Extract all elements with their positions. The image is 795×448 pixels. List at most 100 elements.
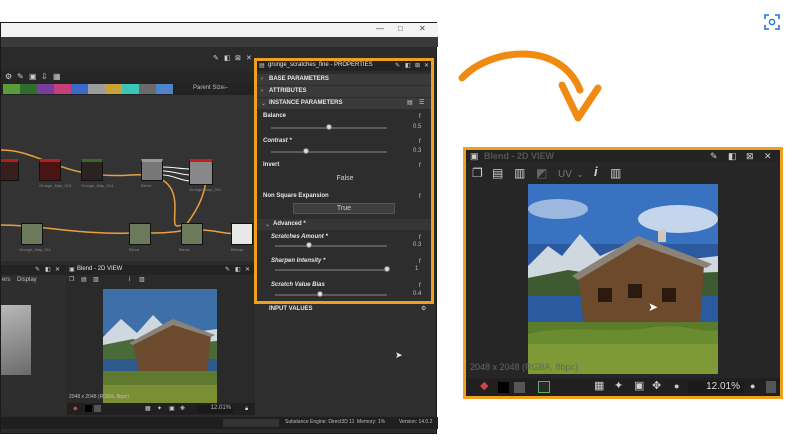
preset-icon[interactable]: ▤ bbox=[407, 98, 413, 108]
compare-icon[interactable]: ◩ bbox=[536, 167, 547, 179]
center-icon[interactable]: ✥ bbox=[652, 381, 661, 392]
zoom-in-icon[interactable]: ● bbox=[750, 381, 755, 391]
background-black-swatch[interactable] bbox=[498, 382, 509, 393]
light-icon[interactable]: ✦ bbox=[157, 404, 162, 414]
light-icon[interactable]: ✦ bbox=[614, 381, 623, 392]
sharpen-intensity-value[interactable]: 1 bbox=[415, 266, 418, 272]
float-icon[interactable]: ◧ bbox=[45, 265, 51, 275]
function-icon[interactable]: f bbox=[419, 281, 421, 291]
lock-icon[interactable]: 🔒︎ bbox=[245, 404, 248, 414]
balance-value[interactable]: 0.5 bbox=[413, 124, 421, 130]
gear-icon[interactable]: ⚙ bbox=[421, 304, 426, 314]
maximize-panel-icon[interactable]: ⊠ bbox=[415, 61, 420, 71]
fit-icon[interactable]: ▣ bbox=[169, 404, 175, 414]
close-panel-icon[interactable]: ✕ bbox=[246, 54, 252, 64]
fit-icon[interactable]: ▣ bbox=[634, 381, 644, 392]
settings-icon[interactable]: ⚙ bbox=[5, 72, 12, 82]
frame-icon[interactable]: ▣ bbox=[29, 72, 37, 82]
contrast-value[interactable]: 0.3 bbox=[413, 148, 421, 154]
alpha-checker-icon[interactable] bbox=[538, 381, 550, 393]
center-icon[interactable]: ✥ bbox=[180, 404, 185, 414]
copy-icon[interactable]: ❐ bbox=[472, 167, 483, 179]
zoom-out-icon[interactable]: ● bbox=[674, 381, 679, 391]
background-black-swatch[interactable] bbox=[85, 405, 92, 412]
scratch-value-bias-slider-knob[interactable] bbox=[316, 291, 323, 297]
close-panel-icon[interactable]: ✕ bbox=[55, 265, 60, 275]
maximize-button[interactable]: □ bbox=[398, 24, 403, 33]
close-panel-icon[interactable]: ✕ bbox=[764, 151, 772, 161]
duplicate-icon[interactable]: ▥ bbox=[514, 167, 525, 179]
duplicate-icon[interactable]: ▥ bbox=[93, 275, 99, 285]
channels-icon[interactable]: ◆ bbox=[73, 404, 78, 414]
channels-icon[interactable]: ◆ bbox=[480, 381, 488, 392]
graph-node[interactable] bbox=[81, 159, 103, 181]
pin-icon[interactable]: ✎ bbox=[225, 265, 230, 275]
grid-icon[interactable]: ▦ bbox=[594, 381, 604, 392]
float-icon[interactable]: ◧ bbox=[235, 265, 241, 275]
parent-size-value[interactable]: -- bbox=[224, 85, 228, 91]
info-icon[interactable]: i bbox=[594, 165, 598, 178]
pin-icon[interactable]: ✎ bbox=[710, 151, 718, 161]
save-icon[interactable]: ▤ bbox=[492, 167, 503, 179]
function-icon[interactable]: f bbox=[419, 257, 421, 267]
maximize-panel-icon[interactable]: ⊠ bbox=[746, 151, 754, 161]
maximize-panel-icon[interactable]: ⊠ bbox=[235, 54, 241, 64]
pin-icon[interactable]: ✎ bbox=[395, 61, 400, 71]
scratches-amount-slider-knob[interactable] bbox=[305, 242, 312, 248]
scratches-amount-slider-track[interactable] bbox=[275, 245, 387, 247]
node-shelf-swatches[interactable] bbox=[3, 84, 173, 94]
histogram-icon[interactable]: ▥ bbox=[610, 167, 621, 179]
section-instance-parameters[interactable]: ⌄ INSTANCE PARAMETERS ▤ ☰ bbox=[257, 98, 431, 109]
grid-icon[interactable]: ▦ bbox=[145, 404, 151, 414]
graph-node[interactable] bbox=[181, 223, 203, 245]
float-icon[interactable]: ◧ bbox=[728, 151, 737, 161]
close-panel-icon[interactable]: ✕ bbox=[245, 265, 250, 275]
uv-dropdown[interactable]: UV bbox=[558, 169, 572, 180]
sharpen-intensity-slider-track[interactable] bbox=[275, 269, 387, 271]
minimize-button[interactable]: — bbox=[376, 24, 384, 33]
3d-tab[interactable]: ers bbox=[2, 277, 10, 283]
graph-node-selected[interactable] bbox=[189, 159, 213, 185]
function-icon[interactable]: f bbox=[419, 112, 421, 122]
function-icon[interactable]: f bbox=[419, 137, 421, 147]
graph-node[interactable] bbox=[21, 223, 43, 245]
function-icon[interactable]: f bbox=[419, 192, 421, 202]
info-icon[interactable]: i bbox=[129, 275, 130, 285]
pin-icon[interactable]: ✎ bbox=[35, 265, 40, 275]
invert-toggle[interactable]: False bbox=[271, 174, 419, 185]
display-tab[interactable]: Display bbox=[17, 277, 37, 283]
graph-node[interactable] bbox=[1, 159, 19, 181]
contrast-slider-knob[interactable] bbox=[302, 148, 309, 154]
graph-node[interactable] bbox=[231, 223, 253, 245]
input-values-header[interactable]: INPUT VALUES bbox=[269, 306, 313, 312]
sharpen-intensity-slider-knob[interactable] bbox=[384, 266, 390, 272]
grid-icon[interactable]: ▦ bbox=[53, 72, 61, 82]
close-button[interactable]: ✕ bbox=[419, 24, 426, 33]
graph-node[interactable] bbox=[141, 159, 163, 181]
section-advanced[interactable]: ⌄ Advanced * bbox=[257, 219, 431, 230]
scratches-amount-value[interactable]: 0.3 bbox=[413, 242, 421, 248]
menu-icon[interactable]: ☰ bbox=[419, 98, 424, 108]
graph-node[interactable] bbox=[39, 159, 61, 181]
section-attributes[interactable]: › ATTRIBUTES bbox=[257, 86, 431, 97]
float-icon[interactable]: ◧ bbox=[224, 54, 231, 64]
histogram-icon[interactable]: ▥ bbox=[139, 275, 145, 285]
lock-icon[interactable] bbox=[766, 381, 776, 393]
zoom-field[interactable]: 12.01% bbox=[197, 405, 233, 413]
pin-icon[interactable]: ✎ bbox=[213, 54, 219, 64]
lens-search-icon[interactable] bbox=[762, 12, 782, 32]
scratch-value-bias-slider-track[interactable] bbox=[275, 294, 387, 296]
graph-node[interactable] bbox=[129, 223, 151, 245]
background-gray-swatch[interactable] bbox=[94, 405, 101, 412]
scratch-value-bias-value[interactable]: 0.4 bbox=[413, 291, 421, 297]
save-icon[interactable]: ▤ bbox=[81, 275, 87, 285]
align-icon[interactable]: ⇩ bbox=[41, 72, 48, 82]
copy-icon[interactable]: ❐ bbox=[69, 275, 74, 285]
non-square-expansion-toggle[interactable]: True bbox=[293, 203, 395, 214]
background-gray-swatch[interactable] bbox=[514, 382, 525, 393]
zoom-field[interactable]: 12.01% bbox=[688, 381, 744, 393]
balance-slider-knob[interactable] bbox=[326, 124, 332, 130]
3d-mesh-preview[interactable] bbox=[1, 305, 31, 375]
float-icon[interactable]: ◧ bbox=[405, 61, 411, 71]
contrast-slider-track[interactable] bbox=[271, 151, 387, 153]
